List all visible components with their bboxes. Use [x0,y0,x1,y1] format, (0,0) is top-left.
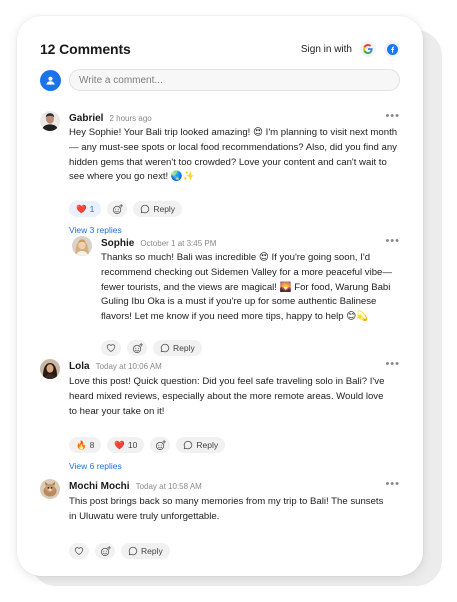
reply-bubble-icon [128,546,138,556]
reply-label: Reply [173,343,195,353]
avatar-portrait [40,479,60,499]
author-name[interactable]: Lola [69,361,90,372]
fire-emoji-icon: 🔥 [76,439,87,450]
reply-label: Reply [196,440,219,450]
reply-bubble-icon [160,343,170,353]
reply-button[interactable]: Reply [121,543,170,559]
more-options-icon[interactable]: ••• [385,359,400,370]
heart-outline-icon [106,344,116,352]
view-replies-link[interactable]: View 3 replies [69,225,122,235]
author-name[interactable]: Mochi Mochi [69,481,130,492]
comment-text: This post brings back so many memories f… [69,496,384,522]
reply-button[interactable]: Reply [153,340,202,356]
reply-button[interactable]: Reply [176,437,226,453]
add-reaction-button[interactable] [107,201,128,217]
facebook-sign-in-button[interactable] [384,41,400,57]
like-button[interactable] [101,340,121,356]
comment-composer [40,69,400,91]
avatar-portrait [40,359,60,379]
heart-emoji-icon: ❤️ [114,439,125,450]
reply-bubble-icon [141,204,150,214]
user-icon [46,76,55,85]
author-name[interactable]: Gabriel [69,113,103,124]
comment-text: Love this post! Quick question: Did you … [69,376,385,417]
reply-button[interactable]: Reply [133,201,183,217]
comment-meta: Mochi Mochi Today at 10:58 AM [69,481,202,492]
heart-outline-icon [74,547,84,555]
comment-actions: ❤️ 1 Reply [69,201,188,217]
timestamp: October 1 at 3:45 PM [140,239,217,248]
timestamp: 2 hours ago [109,114,152,123]
reaction-count: 1 [89,204,95,214]
header: 12 Comments Sign in with [40,41,400,57]
comment-actions: 🔥 8 ❤️ 10 Reply [69,437,231,453]
comment-mochi-mochi: Mochi Mochi Today at 10:58 AM ••• This p… [40,479,400,569]
more-options-icon[interactable]: ••• [385,236,400,247]
facebook-icon [386,43,398,55]
reply-label: Reply [153,204,176,214]
comments-widget: 12 Comments Sign in with Write a comment… [17,16,423,576]
sign-in-group: Sign in with [301,41,400,57]
comments-count: 12 Comments [40,41,131,57]
comment-actions: Reply [101,340,208,356]
add-reaction-icon [100,545,111,556]
avatar[interactable] [40,111,60,131]
reaction-heart-button[interactable]: ❤️ 10 [107,437,145,453]
avatar[interactable] [40,359,60,379]
comment-gabriel: Gabriel 2 hours ago ••• Hey Sophie! Your… [40,111,400,251]
add-reaction-button[interactable] [150,437,171,453]
avatar-portrait [72,236,92,256]
comment-actions: Reply [69,543,176,559]
reply-label: Reply [141,546,163,556]
google-icon [363,44,373,54]
comment-text: Thanks so much! Bali was incredible 😍 If… [101,252,392,323]
current-user-avatar[interactable] [40,69,61,91]
more-options-icon[interactable]: ••• [385,111,400,122]
reaction-fire-button[interactable]: 🔥 8 [69,437,102,453]
reply-bubble-icon [184,440,193,450]
avatar[interactable] [40,479,60,499]
reaction-heart-button[interactable]: ❤️ 1 [69,201,102,217]
add-reaction-button[interactable] [127,340,147,356]
comment-meta: Sophie October 1 at 3:45 PM [101,238,216,249]
comment-input[interactable] [69,69,400,91]
add-reaction-button[interactable] [95,543,115,559]
heart-emoji-icon: ❤️ [76,203,87,214]
comment-meta: Gabriel 2 hours ago [69,113,152,124]
add-reaction-icon [112,203,123,214]
comment-meta: Lola Today at 10:06 AM [69,361,162,372]
timestamp: Today at 10:58 AM [135,482,202,491]
reaction-count: 8 [89,440,95,450]
avatar-portrait [40,111,60,131]
sign-in-label: Sign in with [300,43,352,55]
view-replies-link[interactable]: View 6 replies [69,461,122,471]
add-reaction-icon [132,342,143,353]
timestamp: Today at 10:06 AM [95,362,162,371]
reply-sophie: Sophie October 1 at 3:45 PM ••• Thanks s… [72,236,400,366]
comment-text: Hey Sophie! Your Bali trip looked amazin… [69,127,398,183]
reaction-count: 10 [127,440,138,450]
comment-lola: Lola Today at 10:06 AM ••• Love this pos… [40,359,400,479]
google-sign-in-button[interactable] [360,41,376,57]
like-button[interactable] [69,543,89,559]
more-options-icon[interactable]: ••• [385,479,400,490]
author-name[interactable]: Sophie [101,238,134,249]
add-reaction-icon [155,439,166,450]
avatar[interactable] [72,236,92,256]
